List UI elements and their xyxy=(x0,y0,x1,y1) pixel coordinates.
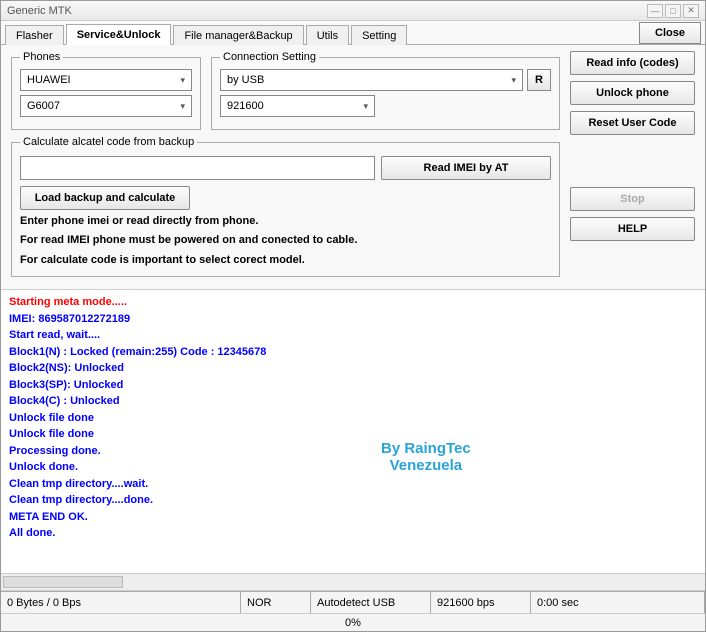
right-column: Read info (codes) Unlock phone Reset Use… xyxy=(560,51,695,277)
stop-button[interactable]: Stop xyxy=(570,187,695,211)
log-line: Block1(N) : Locked (remain:255) Code : 1… xyxy=(9,344,697,361)
close-window-button[interactable]: ✕ xyxy=(683,4,699,18)
titlebar: Generic MTK — □ ✕ xyxy=(1,1,705,21)
connection-legend: Connection Setting xyxy=(220,51,319,63)
status-bytes: 0 Bytes / 0 Bps xyxy=(1,592,241,613)
log-line: All done. xyxy=(9,525,697,542)
log-line: Unlock done. xyxy=(9,459,697,476)
tab-flasher[interactable]: Flasher xyxy=(5,25,64,45)
calculate-group-wrap: Calculate alcatel code from backup Read … xyxy=(11,136,560,277)
watermark-line2: Venezuela xyxy=(381,457,471,474)
unlock-phone-button[interactable]: Unlock phone xyxy=(570,81,695,105)
tab-setting[interactable]: Setting xyxy=(351,25,407,45)
log-line: Block2(NS): Unlocked xyxy=(9,360,697,377)
progress-bar: 0% xyxy=(1,613,705,631)
status-bar: 0 Bytes / 0 Bps NOR Autodetect USB 92160… xyxy=(1,591,705,613)
log-line: META END OK. xyxy=(9,509,697,526)
instruction-1: Enter phone imei or read directly from p… xyxy=(20,214,551,229)
brand-select[interactable]: HUAWEI xyxy=(20,69,192,91)
log-line: Clean tmp directory....wait. xyxy=(9,476,697,493)
load-backup-button[interactable]: Load backup and calculate xyxy=(20,186,190,210)
read-imei-button[interactable]: Read IMEI by AT xyxy=(381,156,551,180)
r-button[interactable]: R xyxy=(527,69,551,91)
log-line: Start read, wait.... xyxy=(9,327,697,344)
reset-user-code-button[interactable]: Reset User Code xyxy=(570,111,695,135)
log-line: Block4(C) : Unlocked xyxy=(9,393,697,410)
calculate-group: Calculate alcatel code from backup Read … xyxy=(11,136,560,277)
log-line: Unlock file done xyxy=(9,410,697,427)
status-time: 0:00 sec xyxy=(531,592,705,613)
watermark-line1: By RaingTec xyxy=(381,440,471,457)
instruction-3: For calculate code is important to selec… xyxy=(20,253,551,268)
tab-utils[interactable]: Utils xyxy=(306,25,349,45)
log-line: Block3(SP): Unlocked xyxy=(9,377,697,394)
status-bps: 921600 bps xyxy=(431,592,531,613)
log-line: Unlock file done xyxy=(9,426,697,443)
connection-mode-value: by USB xyxy=(227,74,264,86)
brand-value: HUAWEI xyxy=(27,74,71,86)
log-output[interactable]: By RaingTec Venezuela Starting meta mode… xyxy=(1,290,705,573)
read-info-button[interactable]: Read info (codes) xyxy=(570,51,695,75)
baud-select[interactable]: 921600 xyxy=(220,95,375,117)
status-nor: NOR xyxy=(241,592,311,613)
minimize-button[interactable]: — xyxy=(647,4,663,18)
log-line: Processing done. xyxy=(9,443,697,460)
tab-file-manager-backup[interactable]: File manager&Backup xyxy=(173,25,303,45)
tab-bar: Flasher Service&Unlock File manager&Back… xyxy=(1,21,705,45)
baud-value: 921600 xyxy=(227,100,264,112)
scrollbar-thumb[interactable] xyxy=(3,576,123,588)
connection-mode-select[interactable]: by USB xyxy=(220,69,523,91)
watermark: By RaingTec Venezuela xyxy=(381,440,471,474)
app-window: Generic MTK — □ ✕ Flasher Service&Unlock… xyxy=(0,0,706,632)
connection-group: Connection Setting by USB R 921600 xyxy=(211,51,560,130)
phones-group: Phones HUAWEI G6007 xyxy=(11,51,201,130)
window-title: Generic MTK xyxy=(7,5,72,17)
maximize-button[interactable]: □ xyxy=(665,4,681,18)
model-select[interactable]: G6007 xyxy=(20,95,192,117)
progress-value: 0% xyxy=(345,617,361,629)
calculate-legend: Calculate alcatel code from backup xyxy=(20,136,197,148)
left-column: Phones HUAWEI G6007 Connection Setting b… xyxy=(11,51,560,277)
tab-service-unlock[interactable]: Service&Unlock xyxy=(66,24,172,45)
log-line: Starting meta mode..... xyxy=(9,294,697,311)
top-row: Phones HUAWEI G6007 Connection Setting b… xyxy=(11,51,560,130)
horizontal-scrollbar[interactable] xyxy=(1,573,705,591)
log-line: IMEI: 869587012272189 xyxy=(9,311,697,328)
model-value: G6007 xyxy=(27,100,60,112)
close-button[interactable]: Close xyxy=(639,22,701,44)
status-usb: Autodetect USB xyxy=(311,592,431,613)
help-button[interactable]: HELP xyxy=(570,217,695,241)
log-line: Clean tmp directory....done. xyxy=(9,492,697,509)
phones-legend: Phones xyxy=(20,51,63,63)
imei-input[interactable] xyxy=(20,156,375,180)
content-area: Phones HUAWEI G6007 Connection Setting b… xyxy=(1,45,705,290)
instruction-2: For read IMEI phone must be powered on a… xyxy=(20,233,551,248)
